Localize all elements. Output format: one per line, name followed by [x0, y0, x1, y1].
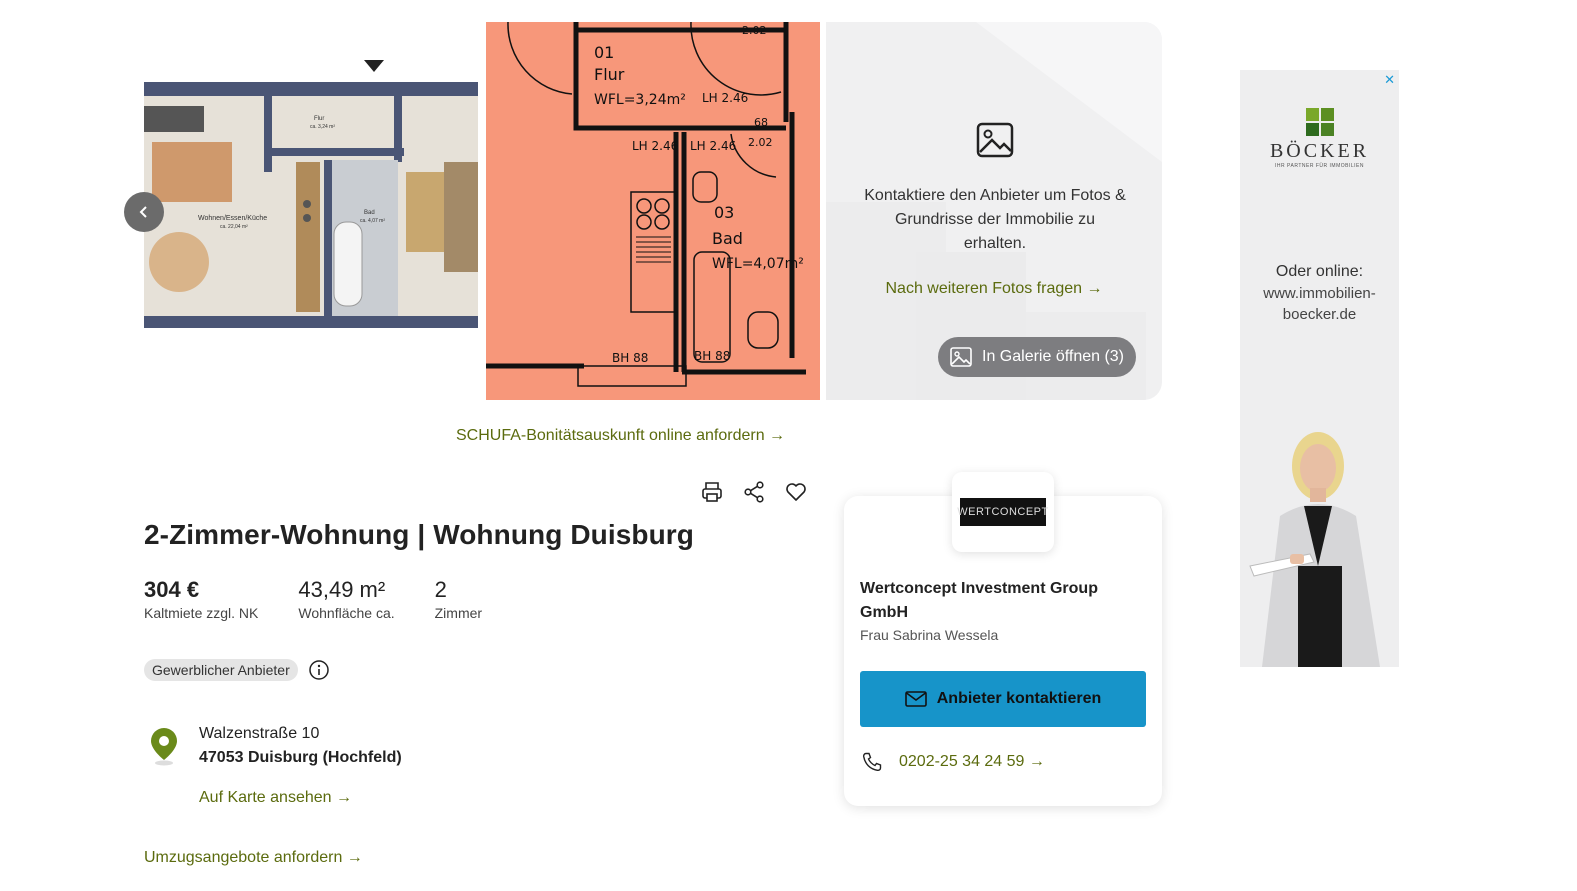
ad-tagline: IHR PARTNER FÜR IMMOBILIEN — [1275, 163, 1364, 169]
fp-small-flur-area: ca. 3,24 m² — [310, 124, 335, 130]
provider-logo: WERTCONCEPT — [952, 472, 1054, 552]
fact-rooms-label: Zimmer — [434, 605, 483, 621]
ad-online-text: Oder online: — [1275, 263, 1364, 280]
address-street: Walzenstraße 10 — [199, 725, 320, 742]
heart-icon[interactable] — [784, 480, 808, 504]
fp-bad-wfl: WFL=4,07m² — [712, 256, 804, 272]
fact-area-value: 43,49 m² — [298, 577, 386, 602]
fp-bad: Bad — [712, 229, 743, 248]
fp-room-03: 03 — [714, 203, 734, 222]
ad-person-image — [1249, 432, 1380, 667]
print-icon[interactable] — [700, 480, 724, 504]
fp-bh-1: BH 88 — [612, 351, 648, 365]
gallery-info-panel: Kontaktiere den Anbieter um Fotos & Grun… — [826, 22, 1162, 400]
provider-badge-row: Gewerblicher Anbieter — [144, 659, 330, 681]
fp-room-01: 01 — [594, 43, 614, 62]
fact-rent: 304 € Kaltmiete zzgl. NK — [144, 577, 258, 621]
info-icon[interactable] — [308, 659, 330, 681]
fp-lh-1: LH 2.46 — [702, 91, 748, 105]
gallery-main-image[interactable]: 01 Flur WFL=3,24m² LH 2.46 LH 2.46 LH 2.… — [486, 22, 820, 400]
provider-contact-person: Frau Sabrina Wessela — [860, 627, 999, 643]
fp-lh-3: LH 2.46 — [690, 139, 736, 153]
image-icon — [950, 347, 972, 367]
listing-actions — [700, 480, 808, 504]
moving-offers-link[interactable]: Umzugsangebote anfordern → — [144, 849, 363, 867]
open-gallery-label: In Galerie öffnen (3) — [982, 348, 1125, 365]
fact-rent-label: Kaltmiete zzgl. NK — [144, 605, 259, 621]
fp-small-wohnen: Wohnen/Essen/Küche — [198, 215, 267, 222]
fp-small-bad: Bad — [364, 210, 375, 216]
provider-company: Wertconcept Investment Group GmbH — [860, 580, 1098, 621]
boecker-logo-icon — [1306, 108, 1334, 136]
fact-area-label: Wohnfläche ca. — [298, 605, 395, 621]
fact-rooms-value: 2 — [434, 577, 447, 602]
fp-measure-3: 2.02 — [748, 136, 773, 149]
ad-close-icon[interactable]: ✕ — [1384, 72, 1395, 88]
share-icon[interactable] — [742, 480, 766, 504]
mail-icon — [904, 691, 927, 707]
schufa-link[interactable]: SCHUFA-Bonitätsauskunft online anfordern… — [456, 427, 785, 445]
fp-small-wohnen-area: ca. 22,04 m² — [220, 224, 248, 230]
advertisement-banner[interactable]: ✕ BÖCKER IHR PARTNER FÜR IMMOBILIEN Oder… — [1240, 70, 1399, 667]
address-city: 47053 Duisburg (Hochfeld) — [199, 749, 402, 766]
fp-lh-2: LH 2.46 — [632, 139, 678, 153]
gallery-prev-button[interactable] — [124, 192, 164, 232]
phone-number-link[interactable]: 0202-25 34 24 59 → — [899, 753, 1045, 771]
fp-small-flur: Flur — [314, 116, 324, 122]
fact-area: 43,49 m² Wohnfläche ca. — [298, 577, 394, 621]
fp-flur: Flur — [594, 65, 625, 84]
view-on-map-link[interactable]: Auf Karte ansehen → — [199, 789, 352, 807]
fp-flur-wfl: WFL=3,24m² — [594, 92, 686, 108]
listing-title: 2-Zimmer-Wohnung | Wohnung Duisburg — [144, 519, 695, 550]
chevron-left-icon — [139, 206, 147, 218]
fp-bh-2: BH 88 — [694, 349, 730, 363]
image-icon — [976, 122, 1014, 158]
gallery-previous-image[interactable]: Flur ca. 3,24 m² Wohnen/Essen/Küche ca. … — [144, 22, 478, 328]
fact-rent-value: 304 € — [144, 577, 200, 602]
contact-provider-button[interactable]: Anbieter kontaktieren — [860, 671, 1146, 727]
ad-brand-name: BÖCKER — [1269, 140, 1370, 162]
fp-measure-2: 68 — [754, 116, 768, 129]
contact-provider-label: Anbieter kontaktieren — [936, 690, 1102, 707]
provider-type-badge: Gewerblicher Anbieter — [144, 659, 298, 681]
location-pin-icon — [151, 728, 177, 766]
gallery-panel-text: Kontaktiere den Anbieter um Fotos & Grun… — [864, 187, 1126, 252]
provider-logo-text: WERTCONCEPT — [957, 498, 1048, 526]
ad-url-text: www.immobilien-boecker.de — [1263, 285, 1376, 323]
fp-small-bad-area: ca. 4,07 m² — [360, 218, 385, 224]
fact-rooms: 2 Zimmer — [435, 577, 482, 621]
key-facts: 304 € Kaltmiete zzgl. NK 43,49 m² Wohnfl… — [144, 577, 522, 621]
fp-measure-1: 2.02 — [742, 24, 767, 37]
open-gallery-button[interactable]: In Galerie öffnen (3) — [938, 337, 1137, 377]
ask-more-photos-link[interactable]: Nach weiteren Fotos fragen → — [826, 280, 1162, 298]
phone-icon — [862, 752, 882, 772]
